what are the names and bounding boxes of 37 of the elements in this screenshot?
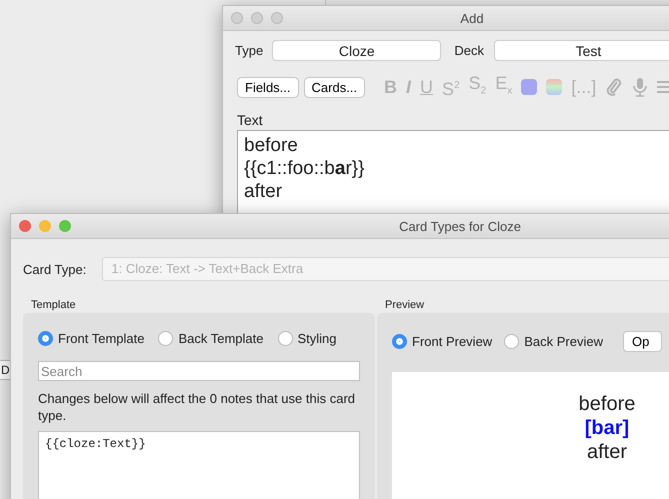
zoom-button[interactable] [59,220,71,232]
text-color-swatch[interactable] [521,79,538,96]
template-radio[interactable]: Back Template [158,331,264,346]
field-label: Text [237,112,264,128]
cloze-answer: [bar] [584,416,630,440]
template-radio[interactable]: Styling [278,331,337,346]
close-button[interactable] [19,220,31,232]
options-button[interactable]: Op [622,331,662,352]
editor-button[interactable]: Cards... [304,76,366,98]
preview-text: before [578,392,636,416]
highlight-color-swatch[interactable] [546,79,562,96]
preview-text: after [586,440,628,464]
type-selector[interactable]: Cloze [272,40,442,61]
deck-label: Deck [454,43,484,58]
editor-button[interactable]: Fields... [237,76,299,98]
card-type-label: Card Type: [23,262,86,276]
minimize-button[interactable] [251,12,263,24]
section-heading: Preview [385,299,426,311]
close-button[interactable] [231,12,243,24]
preview-radio[interactable]: Back Preview [504,334,603,349]
template-editor[interactable]: {{cloze:Text}} [38,431,360,499]
search-field[interactable]: Search [38,361,360,381]
window-title: Add [459,10,485,26]
deck-selector[interactable]: Test [494,40,669,61]
template-radio[interactable]: Front Template [38,331,144,346]
info-text: Changes below will affect the 0 notes that use this card type. [38,390,356,424]
zoom-button[interactable] [271,12,283,24]
preview-radio[interactable]: Front Preview [392,334,492,349]
background-button[interactable]: D [0,360,10,380]
text-editor[interactable]: before {{c1::foo::bar}} after [237,130,669,214]
microphone-icon[interactable] [632,77,648,98]
menu-icon[interactable] [657,80,669,94]
type-label: Type [235,43,264,58]
minimize-button[interactable] [39,220,51,232]
paperclip-icon[interactable] [605,77,624,98]
section-heading: Template [31,299,77,311]
window-title: Card Types for Cloze [398,218,522,234]
